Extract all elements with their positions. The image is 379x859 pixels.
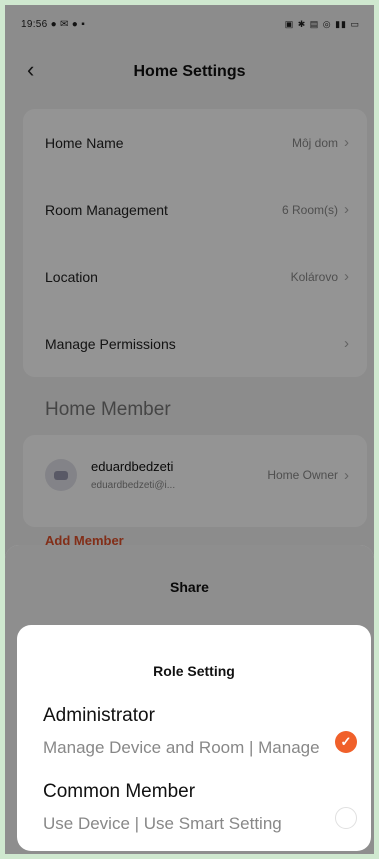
role-option-common-member[interactable]: Common Member Use Device | Use Smart Set… — [43, 781, 343, 839]
radio-unchecked-icon[interactable] — [335, 807, 357, 829]
check-icon[interactable]: ✓ — [335, 731, 357, 753]
role-setting-sheet: Role Setting Administrator Manage Device… — [17, 625, 371, 851]
option-description: Use Device | Use Smart Setting — [43, 814, 282, 833]
option-name: Administrator — [43, 705, 155, 726]
option-description: Manage Device and Room | Manage Smart Se… — [43, 738, 320, 763]
option-name: Common Member — [43, 781, 196, 802]
role-option-administrator[interactable]: Administrator Manage Device and Room | M… — [43, 705, 343, 763]
role-setting-title: Role Setting — [153, 663, 235, 679]
phone-screen: 19:56 ● ✉ ● ▪ ▣ ✱ ▤ ◎ ▮▮ ▭ ‹ Home Settin… — [5, 5, 374, 854]
